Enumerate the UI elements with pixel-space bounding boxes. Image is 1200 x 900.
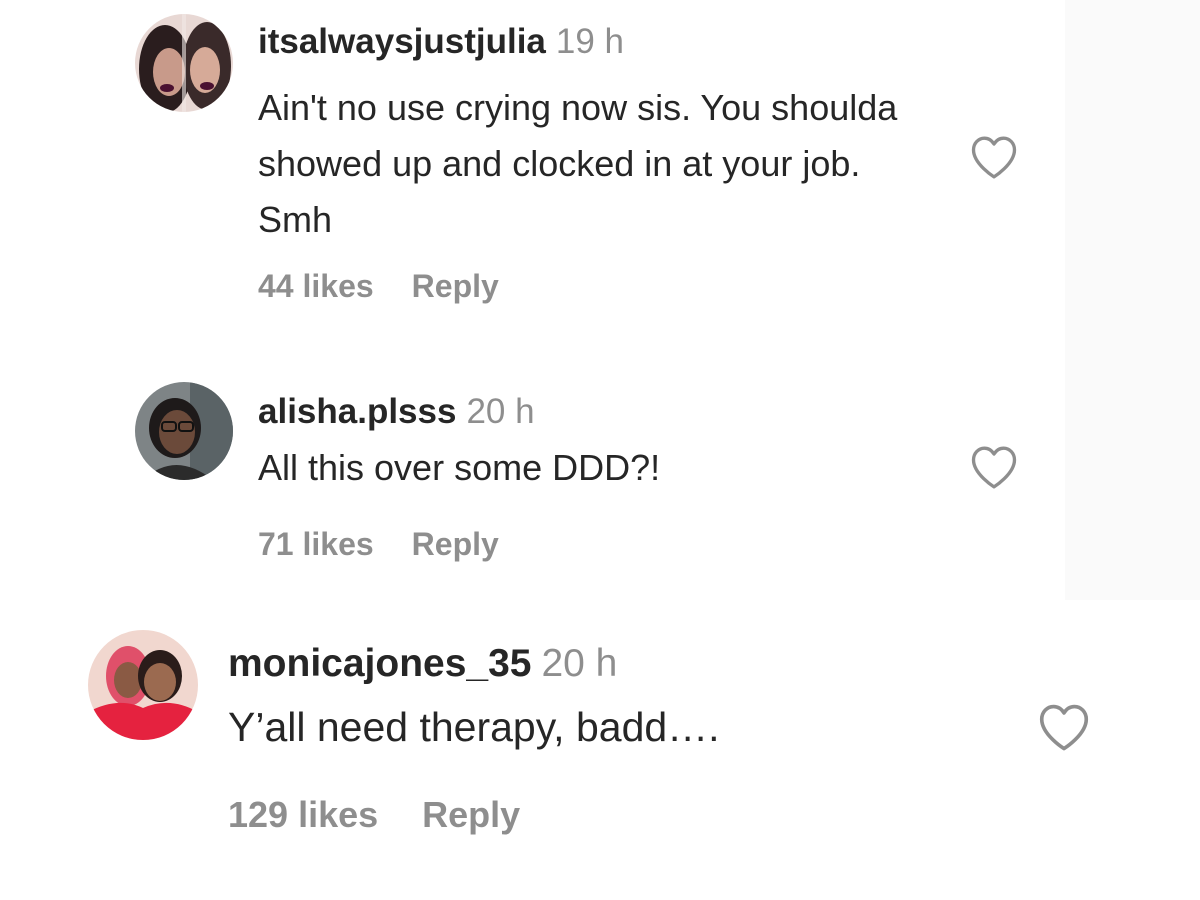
comment-meta: 44 likes Reply <box>258 268 499 305</box>
username[interactable]: alisha.plsss <box>258 392 456 431</box>
avatar[interactable] <box>88 630 198 740</box>
comment-text: Y’all need therapy, badd…. <box>228 704 720 750</box>
avatar[interactable] <box>135 14 233 112</box>
comment-meta: 129 likes Reply <box>228 794 520 836</box>
comment-header: monicajones_35 20 h <box>228 642 617 686</box>
timestamp: 19 h <box>555 22 625 61</box>
likes-count[interactable]: 44 likes <box>258 268 374 304</box>
comment-text: Ain't no use crying now sis. You shoulda… <box>258 87 898 240</box>
comment-text: All this over some DDD?! <box>258 447 661 488</box>
avatar[interactable] <box>135 382 233 480</box>
timestamp: 20 h <box>466 392 535 431</box>
side-strip <box>1065 0 1200 600</box>
timestamp: 20 h <box>541 642 618 685</box>
comment-header: alisha.plsss 20 h <box>258 392 535 432</box>
comment-header: itsalwaysjustjulia 19 h <box>258 22 624 62</box>
likes-count[interactable]: 71 likes <box>258 526 374 562</box>
heart-outline-icon[interactable] <box>968 134 1020 185</box>
likes-count[interactable]: 129 likes <box>228 794 378 835</box>
heart-outline-icon[interactable] <box>1036 702 1092 757</box>
reply-button[interactable]: Reply <box>422 794 520 835</box>
heart-outline-icon[interactable] <box>968 444 1020 495</box>
username[interactable]: monicajones_35 <box>228 642 531 685</box>
comment-meta: 71 likes Reply <box>258 526 499 563</box>
reply-button[interactable]: Reply <box>412 268 499 304</box>
username[interactable]: itsalwaysjustjulia <box>258 22 546 61</box>
reply-button[interactable]: Reply <box>412 526 499 562</box>
